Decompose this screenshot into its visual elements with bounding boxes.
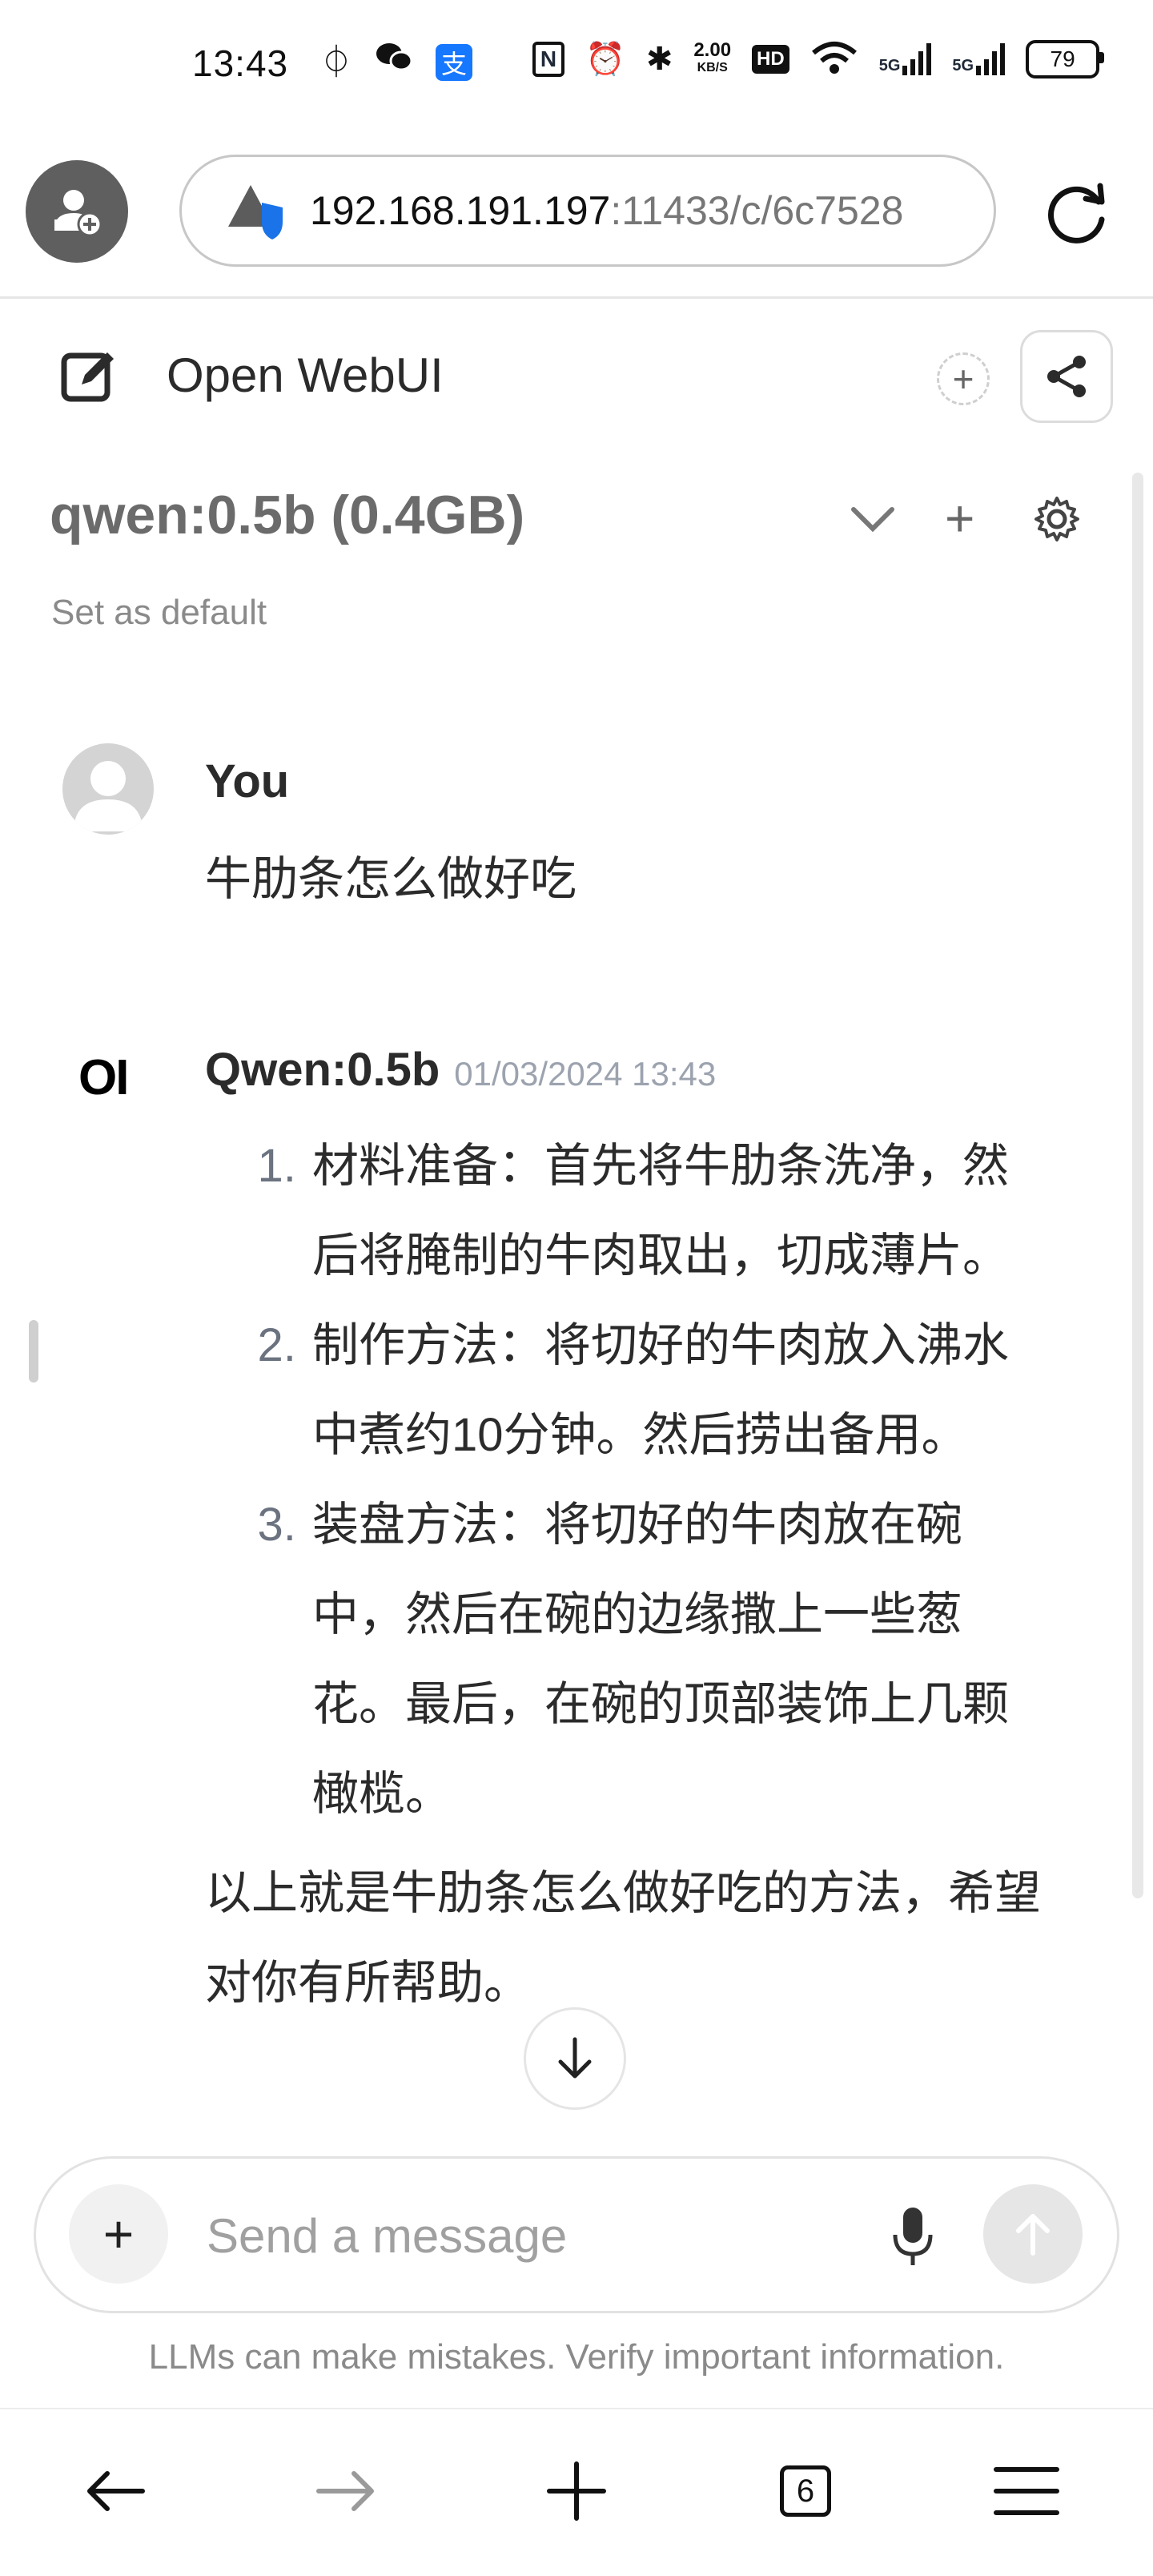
add-model-button[interactable]: + <box>945 489 974 548</box>
signal-icon-1: 5G <box>879 43 932 75</box>
plus-icon: + <box>102 2204 135 2264</box>
assistant-name: Qwen:0.5b <box>205 1044 440 1096</box>
hd-icon: HD <box>752 45 789 74</box>
set-default-link[interactable]: Set as default <box>51 593 267 633</box>
browser-divider <box>0 296 1153 299</box>
voice-input-button[interactable] <box>889 2204 937 2268</box>
arrow-right-icon <box>316 2471 374 2511</box>
list-item: 装盘方法：将切好的牛肉放在碗中，然后在碗的边缘撒上一些葱花。最后，在碗的顶部装饰… <box>309 1480 1054 1839</box>
assistant-logo: OI <box>78 1050 129 1105</box>
arrow-up-icon <box>1016 2214 1050 2256</box>
menu-icon <box>994 2467 1059 2515</box>
profile-button[interactable] <box>26 160 128 263</box>
message-viewport: 材料准备：首先将牛肋条洗净，然后将腌制的牛肉取出，切成薄片。 制作方法：将切好的… <box>0 1105 1129 2155</box>
message-timestamp: 01/03/2024 13:43 <box>454 1055 717 1093</box>
plus-icon: + <box>945 489 975 547</box>
back-button[interactable] <box>75 2451 155 2531</box>
wechat-icon <box>375 40 413 85</box>
person-icon <box>74 761 143 831</box>
user-name: You <box>205 755 290 807</box>
plus-icon: + <box>952 358 974 400</box>
app-title: Open WebUI <box>167 348 444 402</box>
edit-icon <box>61 352 114 402</box>
alipay-icon: 支 <box>436 44 472 81</box>
model-dropdown-button[interactable] <box>849 495 897 543</box>
menu-button[interactable] <box>986 2451 1067 2531</box>
arrow-down-icon <box>558 2037 592 2079</box>
wifi-icon <box>810 40 858 79</box>
user-message: 牛肋条怎么做好吃 <box>205 853 577 905</box>
list-item: 制作方法：将切好的牛肉放入沸水中煮约10分钟。然后捞出备用。 <box>309 1301 1054 1480</box>
system-icons: N ⏰ ✱ 2.00 KB/S HD 5G 5G 79 <box>532 37 1105 82</box>
answer-closing: 以上就是牛肋条怎么做好吃的方法，希望对你有所帮助。 <box>205 1867 1042 2009</box>
bluetooth-icon: ✱ <box>645 42 673 77</box>
reload-button[interactable] <box>1039 178 1113 252</box>
send-button[interactable] <box>983 2184 1083 2284</box>
plus-icon <box>547 2461 606 2521</box>
assistant-message: 材料准备：首先将牛肋条洗净，然后将腌制的牛肉取出，切成薄片。 制作方法：将切好的… <box>205 1121 1054 2028</box>
share-icon <box>1047 356 1086 397</box>
browser-bottom-nav: 6 <box>0 2451 1153 2531</box>
share-button[interactable] <box>1020 330 1113 423</box>
microphone-icon <box>893 2208 933 2265</box>
status-bar: 13:43 ⏀ 支 N ⏰ ✱ 2.00 KB/S HD 5G 5G 79 <box>0 0 1153 132</box>
scroll-to-bottom-button[interactable] <box>524 2007 626 2110</box>
address-bar[interactable]: 192.168.191.197:11433/c/6c7528 <box>179 155 996 267</box>
reload-icon <box>1048 183 1105 244</box>
list-item: 材料准备：首先将牛肋条洗净，然后将腌制的牛肉取出，切成薄片。 <box>309 1121 1054 1301</box>
disclaimer-text: LLMs can make mistakes. Verify important… <box>148 2337 1005 2377</box>
url-text: 192.168.191.197:11433/c/6c7528 <box>310 187 903 234</box>
assistant-header: Qwen:0.5b 01/03/2024 13:43 <box>205 1043 716 1097</box>
add-button[interactable]: + <box>937 352 990 405</box>
answer-list: 材料准备：首先将牛肋条洗净，然后将腌制的牛肉取出，切成薄片。 制作方法：将切好的… <box>205 1121 1054 1839</box>
nfc-icon: N <box>532 42 564 77</box>
signal-icon-2: 5G <box>952 43 1006 75</box>
tabs-count: 6 <box>780 2465 831 2517</box>
message-input[interactable] <box>205 2204 849 2267</box>
url-host: 192.168.191.197 <box>310 188 611 233</box>
chevron-down-icon <box>851 507 894 533</box>
tabs-button[interactable]: 6 <box>765 2451 846 2531</box>
url-path: :11433/c/6c7528 <box>610 188 904 233</box>
status-time: 13:43 <box>192 42 289 84</box>
forward-button[interactable] <box>306 2451 386 2531</box>
alarm-icon: ⏰ <box>585 42 625 77</box>
model-settings-button[interactable] <box>1033 495 1081 543</box>
user-add-icon <box>54 190 102 237</box>
tiktok-icon: ⏀ <box>320 45 352 80</box>
nav-divider <box>0 2408 1153 2409</box>
new-chat-edit-button[interactable] <box>58 344 122 409</box>
gear-icon <box>1034 497 1079 541</box>
scrollbar[interactable] <box>1132 473 1143 1898</box>
attach-button[interactable]: + <box>69 2184 168 2284</box>
model-selector[interactable]: qwen:0.5b (0.4GB) <box>50 484 524 546</box>
new-tab-button[interactable] <box>536 2451 617 2531</box>
user-avatar <box>62 743 154 835</box>
network-speed: 2.00 KB/S <box>693 39 732 75</box>
battery-icon: 79 <box>1026 40 1105 78</box>
arrow-left-icon <box>87 2471 145 2511</box>
security-warning-icon <box>228 185 283 239</box>
notification-icons: ⏀ 支 <box>320 40 472 85</box>
